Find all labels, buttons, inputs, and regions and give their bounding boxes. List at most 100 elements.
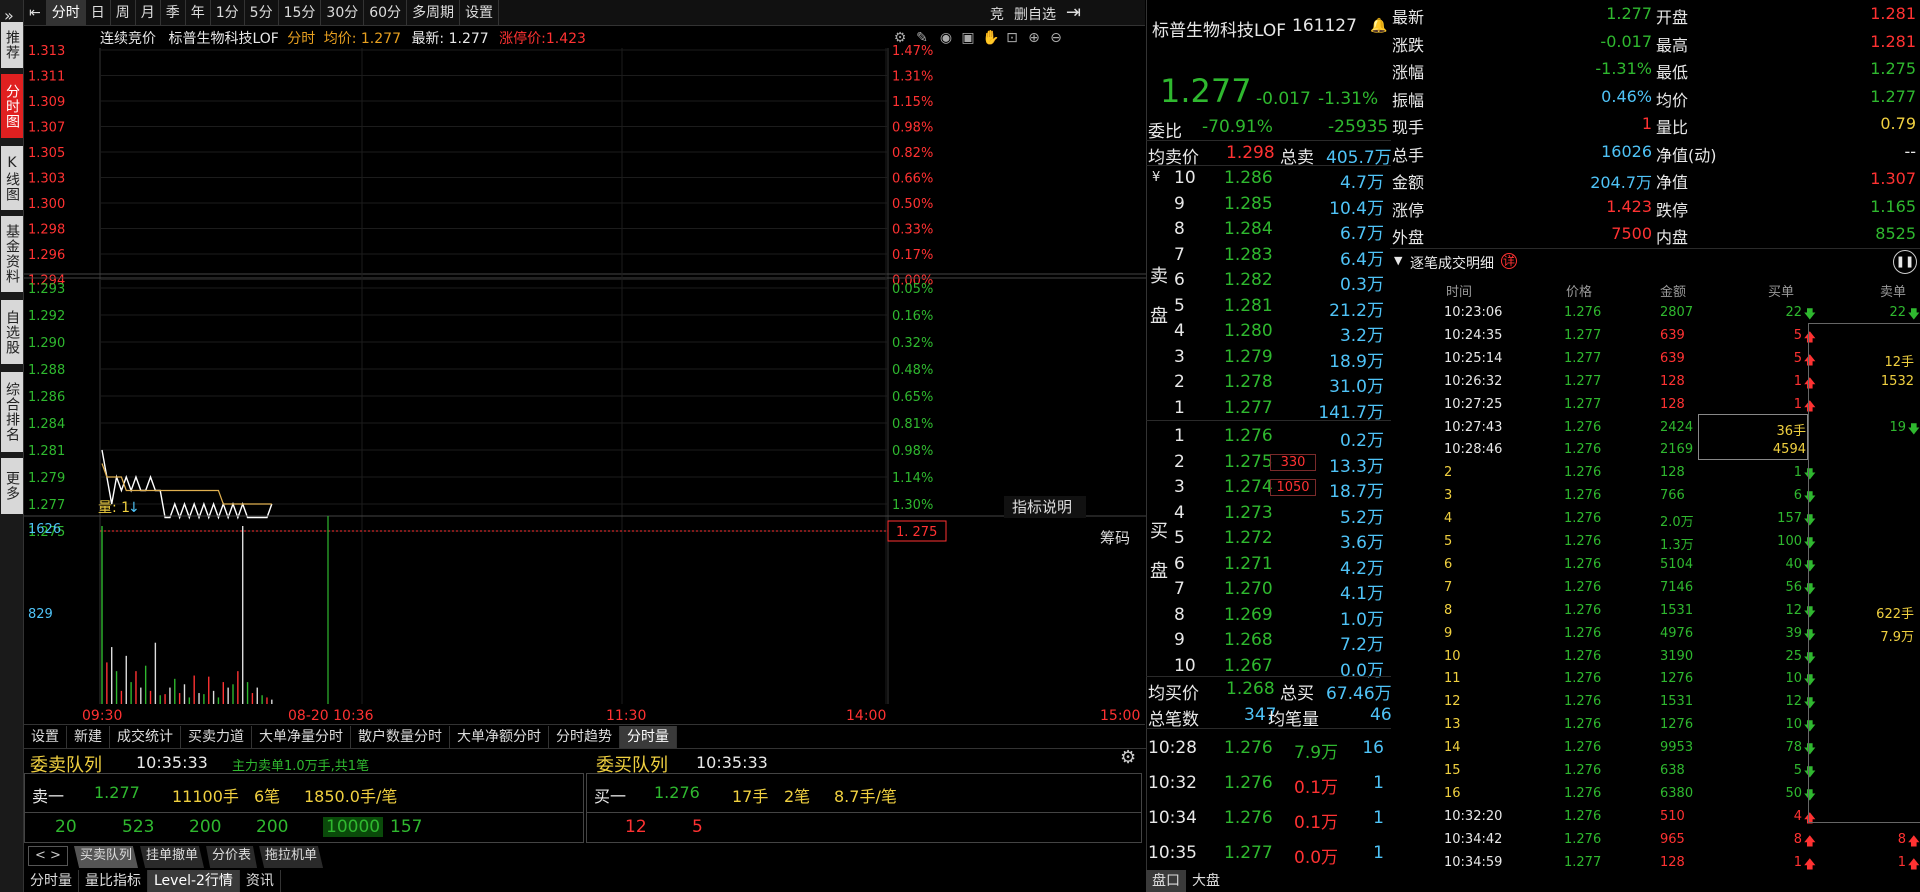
tick-amount: 639 xyxy=(1660,350,1685,366)
ask-level: 3 xyxy=(1174,346,1185,367)
tick-row: 10:23:06 1.276 2807 22 🡇 22 🡇 xyxy=(1390,302,1920,325)
queue-tab-2[interactable]: 分价表 xyxy=(206,846,258,868)
tick-time: 16 xyxy=(1444,785,1461,801)
ask-row[interactable]: 6 1.282 0.3万 xyxy=(1146,268,1388,295)
period-tab-0[interactable]: 分时 xyxy=(46,0,86,26)
sidebar-item-6[interactable]: 更多 xyxy=(1,458,23,514)
bottom-tab-3[interactable]: 资讯 xyxy=(240,870,281,892)
indicator-tab-8[interactable]: 分时量 xyxy=(620,725,677,748)
bid-change-tag: 330 xyxy=(1270,453,1316,471)
buy-one-label: 买一 xyxy=(594,787,627,806)
tick-time: 10:26:32 xyxy=(1444,373,1503,389)
bid-row[interactable]: 6 1.271 4.2万 xyxy=(1146,552,1388,579)
bottom-tab-0[interactable]: 分时量 xyxy=(24,870,79,892)
bid-row[interactable]: 9 1.268 7.2万 xyxy=(1146,628,1388,655)
indicator-tab-7[interactable]: 分时趋势 xyxy=(549,725,620,748)
ask-row[interactable]: 4 1.280 3.2万 xyxy=(1146,319,1388,346)
quote-label-2: 净值 xyxy=(1656,173,1689,192)
queue-tab-3[interactable]: 拖拉机单 xyxy=(259,846,324,868)
pct-tick-upper: 0.66% xyxy=(892,172,933,187)
expand-icon[interactable]: ⇥ xyxy=(1066,2,1081,23)
bell-icon[interactable]: 🔔 xyxy=(1370,18,1387,34)
price-tick-lower: 1.286 xyxy=(28,390,65,405)
bid-row[interactable]: 10 1.267 0.0万 xyxy=(1146,654,1388,681)
quote-value-2: -- xyxy=(1904,141,1916,161)
indicator-tab-4[interactable]: 大单净量分时 xyxy=(252,725,351,748)
indicator-tab-2[interactable]: 成交统计 xyxy=(110,725,181,748)
tick-time: 10:34:42 xyxy=(1444,831,1503,847)
quote-label-2: 最高 xyxy=(1656,35,1689,55)
sidebar-item-0[interactable]: 推荐 xyxy=(1,22,23,68)
ask-row[interactable]: 5 1.281 21.2万 xyxy=(1146,294,1388,321)
ask-row[interactable]: 7 1.283 6.4万 xyxy=(1146,243,1388,270)
bid-row[interactable]: 2 1.275 330 13.3万 xyxy=(1146,450,1388,477)
queue-tab-0[interactable]: 买卖队列 xyxy=(74,846,139,868)
panel-tab-0[interactable]: 盘口 xyxy=(1146,870,1186,892)
indicator-tab-3[interactable]: 买卖力道 xyxy=(181,725,252,748)
sidebar-item-1[interactable]: 分时图 xyxy=(1,74,23,138)
remove-watchlist-button[interactable]: 删自选 xyxy=(1014,4,1056,24)
price-tick-upper: 1.313 xyxy=(28,44,65,59)
tick-price: 1.276 xyxy=(1564,442,1602,458)
recent-volume: 7.9万 xyxy=(1294,743,1339,763)
sidebar-item-3[interactable]: 基金资料 xyxy=(1,216,23,292)
ask-row[interactable]: 1 1.277 141.7万 xyxy=(1146,396,1388,423)
sidebar-item-5[interactable]: 综合排名 xyxy=(1,372,23,452)
quote-label: 振幅 xyxy=(1392,90,1425,110)
bid-label[interactable]: 竞 xyxy=(990,4,1004,24)
bid-change-tag: 1050 xyxy=(1270,479,1316,496)
indicator-tab-6[interactable]: 大单净额分时 xyxy=(450,725,549,748)
sidebar-item-2[interactable]: K线图 xyxy=(1,146,23,210)
ask-row[interactable]: 9 1.285 10.4万 xyxy=(1146,192,1388,219)
indicator-tabs: 设置 新建 成交统计 买卖力道 大单净量分时 散户数量分时 大单净额分时 分时趋势 分时量 xyxy=(24,724,1145,748)
period-tab-7[interactable]: 5分 xyxy=(245,0,279,26)
ask-row[interactable]: 3 1.279 18.9万 xyxy=(1146,345,1388,372)
collapse-triangle-icon[interactable]: ▼ xyxy=(1394,254,1402,267)
indicator-tab-5[interactable]: 散户数量分时 xyxy=(351,725,450,748)
bid-volume: 4.2万 xyxy=(1339,558,1384,579)
sidebar-item-4[interactable]: 自选股 xyxy=(1,300,23,364)
tick-price: 1.276 xyxy=(1564,648,1602,664)
bid-row[interactable]: 8 1.269 1.0万 xyxy=(1146,603,1388,630)
period-tab-6[interactable]: 1分 xyxy=(211,0,245,26)
bid-row[interactable]: 7 1.270 4.1万 xyxy=(1146,577,1388,604)
period-tab-11[interactable]: 多周期 xyxy=(407,0,461,26)
period-tab-8[interactable]: 15分 xyxy=(279,0,322,26)
gear-icon[interactable]: ⚙ xyxy=(1120,747,1136,768)
ask-row[interactable]: 8 1.284 6.7万 xyxy=(1146,217,1388,244)
bid-row[interactable]: 4 1.273 5.2万 xyxy=(1146,501,1388,528)
recent-volume: 0.1万 xyxy=(1294,813,1339,833)
bid-row[interactable]: 3 1.274 1050 18.7万 xyxy=(1146,475,1388,502)
quote-label: 总手 xyxy=(1392,145,1425,165)
bid-row[interactable]: 5 1.272 3.6万 xyxy=(1146,526,1388,553)
bid-row[interactable]: 1 1.276 0.2万 xyxy=(1146,424,1388,451)
ask-volume: 6.7万 xyxy=(1339,224,1384,244)
tick-time: 13 xyxy=(1444,717,1461,733)
ask-row[interactable]: 10 1.286 4.7万 xyxy=(1146,166,1388,193)
intraday-chart[interactable]: 1.313 1.47% 1.311 1.31% 1.309 1.15% 1.307 0.98%… xyxy=(24,44,1146,724)
weibi-value: -70.91% xyxy=(1202,117,1273,137)
detail-badge[interactable]: 详 xyxy=(1501,253,1517,269)
prev-next-arrows[interactable]: < > xyxy=(28,846,68,866)
pause-icon[interactable]: ❚❚ xyxy=(1893,250,1917,274)
bottom-tab-1[interactable]: 量比指标 xyxy=(79,870,148,892)
tick-amount: 9953 xyxy=(1660,740,1694,756)
bottom-tab-2[interactable]: Level-2行情 xyxy=(148,870,240,892)
indicator-tab-0[interactable]: 设置 xyxy=(24,725,67,748)
period-tab-1[interactable]: 日 xyxy=(86,0,111,26)
panel-tab-1[interactable]: 大盘 xyxy=(1186,870,1226,892)
queue-tab-1[interactable]: 挂单撤单 xyxy=(140,846,205,868)
ask-price: 1.280 xyxy=(1224,321,1273,341)
period-tab-12[interactable]: 设置 xyxy=(460,0,500,26)
ask-row[interactable]: 2 1.278 31.0万 xyxy=(1146,370,1388,397)
exit-icon[interactable]: ⇤ xyxy=(24,0,47,26)
indicator-tab-1[interactable]: 新建 xyxy=(67,725,110,748)
sell-queue-item: 10000 xyxy=(323,817,384,837)
period-tab-10[interactable]: 60分 xyxy=(364,0,408,26)
period-tab-9[interactable]: 30分 xyxy=(321,0,365,26)
period-tab-4[interactable]: 季 xyxy=(161,0,186,26)
period-tab-5[interactable]: 年 xyxy=(186,0,211,26)
period-tab-3[interactable]: 月 xyxy=(136,0,161,26)
total-bid-label: 总买 xyxy=(1280,684,1314,704)
period-tab-2[interactable]: 周 xyxy=(111,0,136,26)
